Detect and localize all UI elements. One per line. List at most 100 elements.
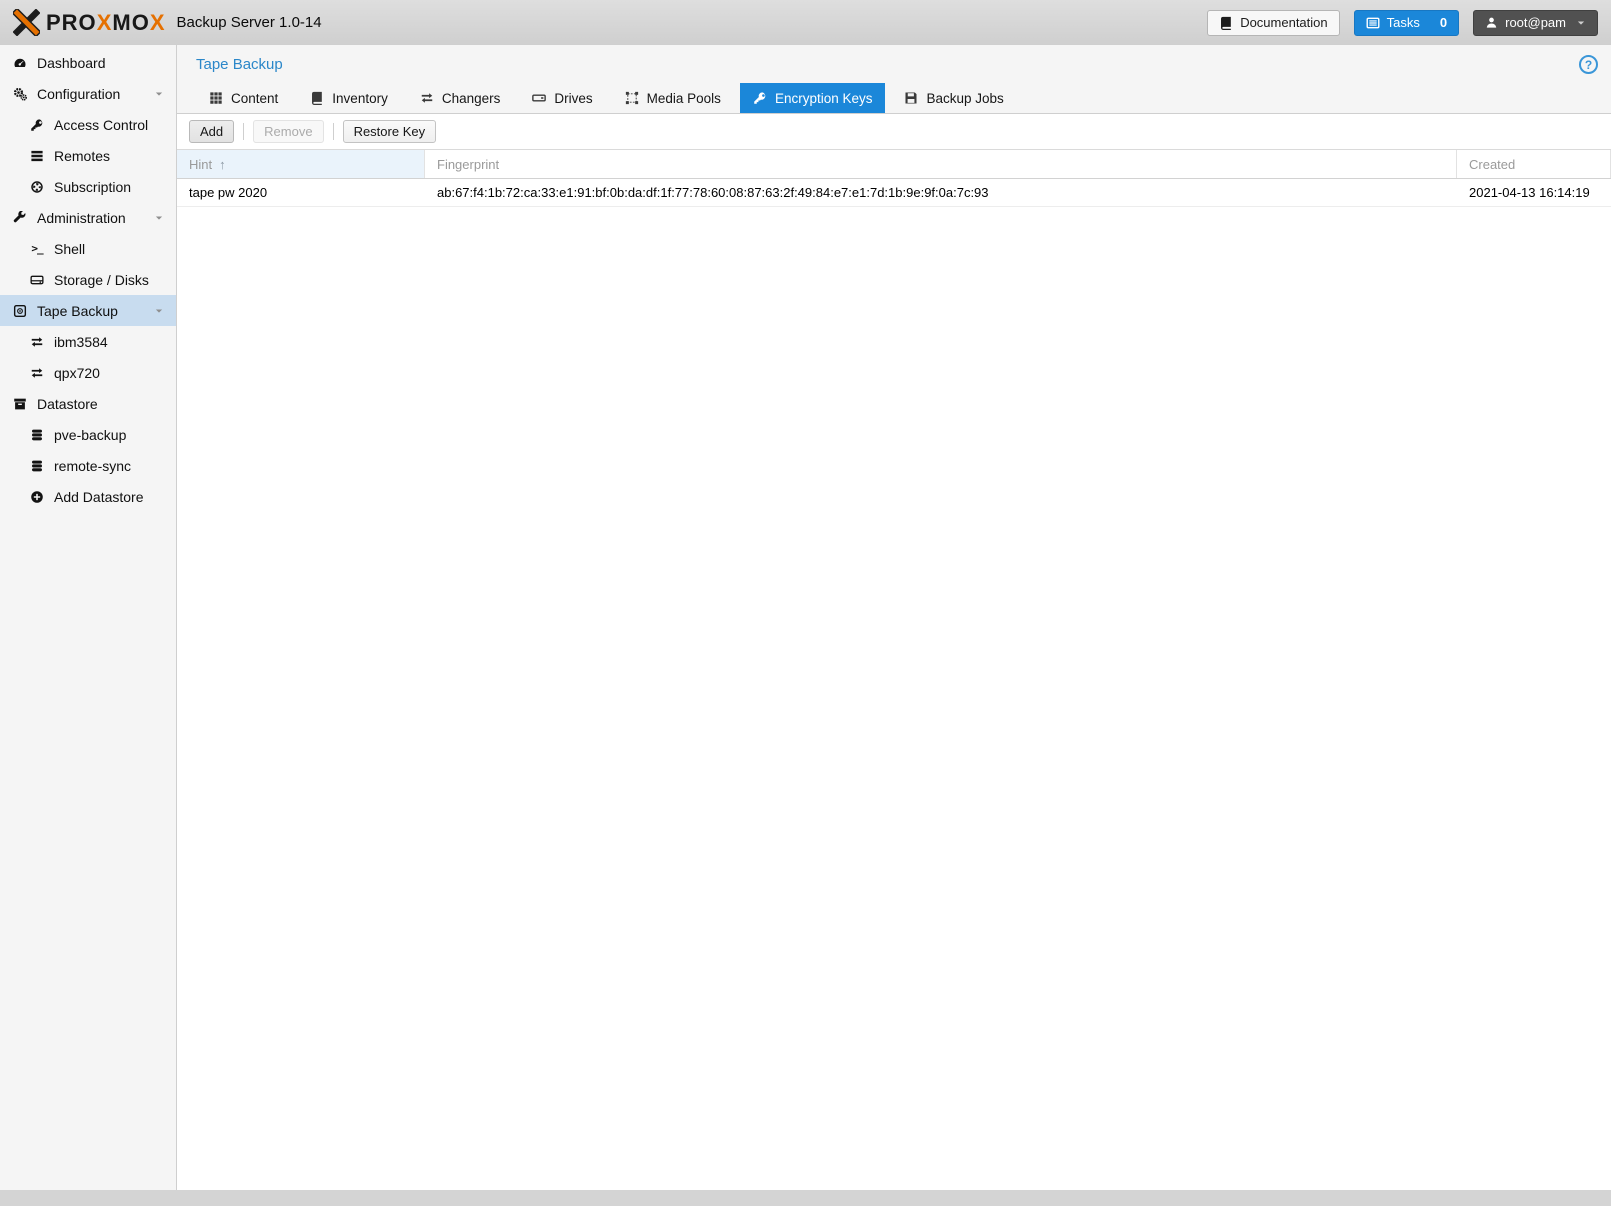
exchange-icon <box>27 335 47 349</box>
page-title: Tape Backup <box>196 56 1611 73</box>
sidebar-item-administration[interactable]: Administration <box>0 202 176 233</box>
sidebar-item-label: Tape Backup <box>37 303 118 319</box>
cell-created: 2021-04-13 16:14:19 <box>1457 185 1611 200</box>
cell-fingerprint: ab:67:f4:1b:72:ca:33:e1:91:bf:0b:da:df:1… <box>425 185 1457 200</box>
sidebar-item-subscription[interactable]: Subscription <box>0 171 176 202</box>
tab-content[interactable]: Content <box>196 83 291 113</box>
sidebar-item-shell[interactable]: >_ Shell <box>0 233 176 264</box>
cell-hint: tape pw 2020 <box>177 185 425 200</box>
sidebar-item-label: pve-backup <box>54 427 126 443</box>
rows-icon <box>27 149 47 163</box>
grid-icon <box>209 91 223 105</box>
database-icon <box>27 459 47 473</box>
sidebar-item-access-control[interactable]: Access Control <box>0 109 176 140</box>
floppy-icon <box>904 91 918 105</box>
sidebar-item-label: Storage / Disks <box>54 272 149 288</box>
restore-key-button[interactable]: Restore Key <box>343 120 437 143</box>
tab-drives[interactable]: Drives <box>519 83 605 113</box>
user-icon <box>1485 16 1498 29</box>
toolbar: Add Remove Restore Key <box>177 114 1611 150</box>
shell-icon: >_ <box>27 242 47 255</box>
wrench-icon <box>10 211 30 225</box>
main-panel: Tape Backup ? Content Inventory Changers Dr… <box>177 45 1611 1190</box>
sidebar-item-pve-backup[interactable]: pve-backup <box>0 419 176 450</box>
sidebar-item-label: remote-sync <box>54 458 131 474</box>
lifering-icon <box>27 180 47 194</box>
tab-label: Backup Jobs <box>926 91 1003 106</box>
tasks-button[interactable]: Tasks 0 <box>1354 10 1459 36</box>
tab-label: Media Pools <box>647 91 721 106</box>
tape-icon <box>10 304 30 318</box>
bottom-strip <box>0 1190 1611 1206</box>
tab-media-pools[interactable]: Media Pools <box>612 83 734 113</box>
sidebar-item-storage-disks[interactable]: Storage / Disks <box>0 264 176 295</box>
sidebar-item-remote-sync[interactable]: remote-sync <box>0 450 176 481</box>
tab-encryption-keys[interactable]: Encryption Keys <box>740 83 886 113</box>
column-header-hint[interactable]: Hint↑ <box>177 150 425 178</box>
table-header: Hint↑ Fingerprint Created <box>177 150 1611 179</box>
add-button[interactable]: Add <box>189 120 234 143</box>
user-menu-button[interactable]: root@pam <box>1473 10 1598 36</box>
database-icon <box>27 428 47 442</box>
chevron-down-icon[interactable] <box>154 213 164 223</box>
sidebar-item-configuration[interactable]: Configuration <box>0 78 176 109</box>
sidebar-item-label: Configuration <box>37 86 120 102</box>
main-header: Tape Backup ? Content Inventory Changers Dr… <box>177 45 1611 114</box>
sidebar-item-label: Add Datastore <box>54 489 144 505</box>
tab-bar: Content Inventory Changers Drives Media Pool… <box>189 83 1611 113</box>
help-button[interactable]: ? <box>1579 55 1598 74</box>
table-row[interactable]: tape pw 2020ab:67:f4:1b:72:ca:33:e1:91:b… <box>177 179 1611 207</box>
tab-inventory[interactable]: Inventory <box>297 83 401 113</box>
tab-label: Changers <box>442 91 501 106</box>
tab-label: Drives <box>554 91 592 106</box>
proxmox-logo-icon <box>13 9 40 36</box>
chevron-down-icon[interactable] <box>154 89 164 99</box>
tab-backup-jobs[interactable]: Backup Jobs <box>891 83 1016 113</box>
key-icon <box>27 118 47 132</box>
sidebar-item-label: Shell <box>54 241 85 257</box>
brand-wordmark: PROXMOX <box>46 10 166 36</box>
column-header-label: Created <box>1469 157 1515 172</box>
sidebar-item-datastore[interactable]: Datastore <box>0 388 176 419</box>
column-header-created[interactable]: Created <box>1457 150 1611 178</box>
chevron-down-icon[interactable] <box>154 306 164 316</box>
sidebar-item-qpx720[interactable]: qpx720 <box>0 357 176 388</box>
documentation-button[interactable]: Documentation <box>1207 10 1339 36</box>
sidebar-item-ibm3584[interactable]: ibm3584 <box>0 326 176 357</box>
sidebar-item-remotes[interactable]: Remotes <box>0 140 176 171</box>
list-icon <box>1366 16 1380 30</box>
drive-icon <box>532 91 546 105</box>
sidebar-item-label: ibm3584 <box>54 334 108 350</box>
exchange-icon <box>420 91 434 105</box>
sidebar-item-tape-backup[interactable]: Tape Backup <box>0 295 176 326</box>
chevron-down-icon <box>1576 18 1586 28</box>
tab-changers[interactable]: Changers <box>407 83 514 113</box>
tab-label: Encryption Keys <box>775 91 873 106</box>
toolbar-separator <box>243 123 244 140</box>
group-icon <box>625 91 639 105</box>
tasks-count-badge: 0 <box>1440 15 1447 30</box>
column-header-fingerprint[interactable]: Fingerprint <box>425 150 1457 178</box>
plus-circle-icon <box>27 490 47 504</box>
remove-button: Remove <box>253 120 323 143</box>
sidebar-item-add-datastore[interactable]: Add Datastore <box>0 481 176 512</box>
tab-label: Content <box>231 91 278 106</box>
key-icon <box>753 91 767 105</box>
sidebar-item-label: Datastore <box>37 396 98 412</box>
gauge-icon <box>10 56 30 70</box>
top-bar: PROXMOX Backup Server 1.0-14 Documentati… <box>0 0 1611 45</box>
sidebar-item-label: Subscription <box>54 179 131 195</box>
archive-icon <box>10 397 30 411</box>
gears-icon <box>10 87 30 101</box>
sidebar-item-label: Access Control <box>54 117 148 133</box>
hdd-icon <box>27 273 47 287</box>
sidebar-item-dashboard[interactable]: Dashboard <box>0 47 176 78</box>
sidebar-item-label: Dashboard <box>37 55 106 71</box>
sidebar-item-label: qpx720 <box>54 365 100 381</box>
proxmox-brand: PROXMOX <box>13 9 166 36</box>
app-subtitle: Backup Server 1.0-14 <box>177 14 322 31</box>
column-header-label: Fingerprint <box>437 157 499 172</box>
sort-asc-icon: ↑ <box>219 157 226 172</box>
book-icon <box>310 91 324 105</box>
tab-label: Inventory <box>332 91 388 106</box>
